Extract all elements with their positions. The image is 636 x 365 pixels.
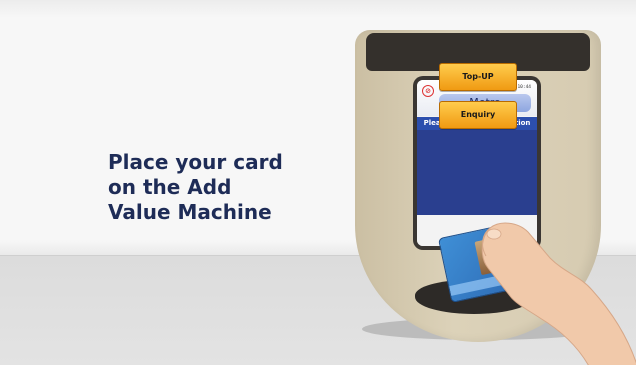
headline-line-3: Value Machine: [108, 200, 272, 224]
enquiry-button[interactable]: Enquiry: [439, 101, 517, 129]
hand-illustration: [481, 222, 636, 365]
headline-line-2: on the Add: [108, 175, 232, 199]
top-up-button[interactable]: Top-UP: [439, 63, 517, 91]
metro-logo-icon: ⊘: [422, 85, 434, 97]
instruction-headline: Place your card on the Add Value Machine: [108, 150, 318, 225]
screen-button-panel: [417, 130, 537, 215]
headline-line-1: Place your card: [108, 150, 283, 174]
stage: Place your card on the Add Value Machine…: [0, 0, 636, 365]
